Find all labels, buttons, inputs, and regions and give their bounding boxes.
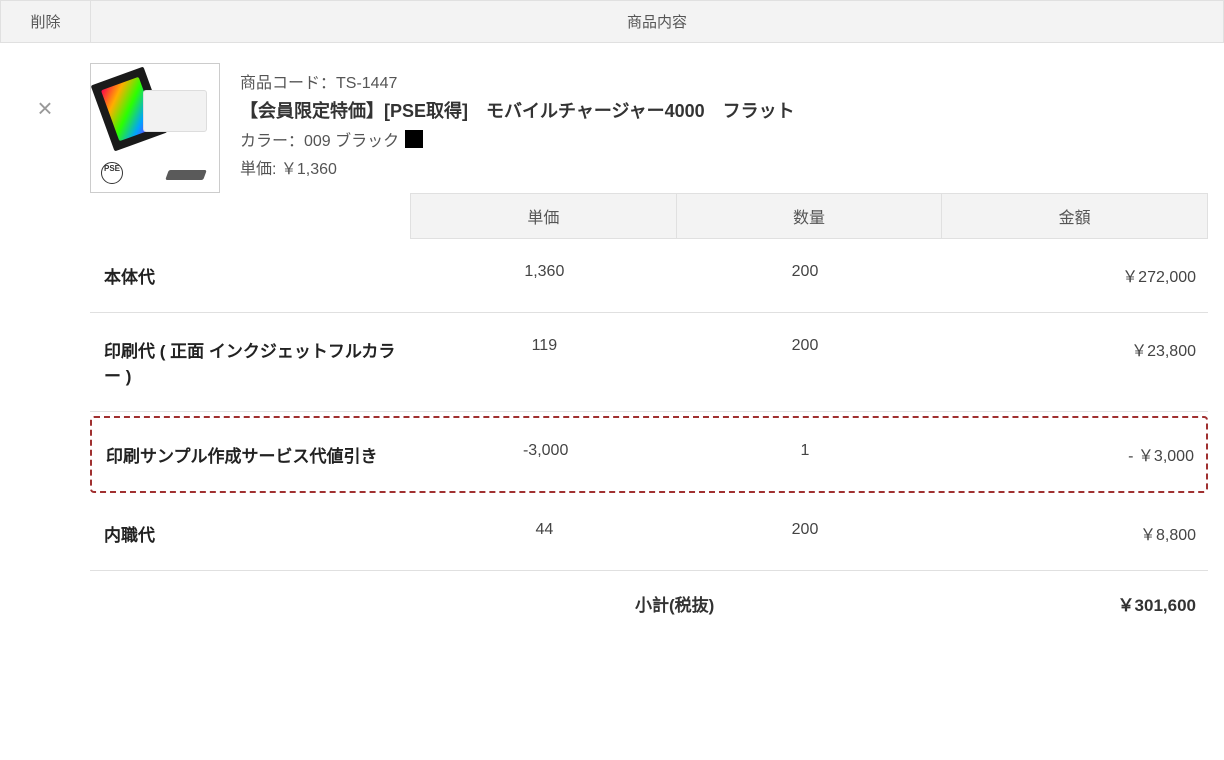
row-qty: 200 [675,263,936,281]
subtotal-row: 小計(税抜) ￥301,600 [90,571,1208,616]
product-unit-price: 単価: ￥1,360 [240,155,1224,179]
row-qty: 200 [675,337,936,355]
row-label: 印刷サンプル作成サービス代値引き [106,442,416,467]
product-color: カラー：009 ブラック [240,127,1224,151]
row-label: 印刷代 ( 正面 インクジェットフルカラー ) [104,337,414,387]
pse-badge-icon: PSE [101,162,123,184]
header-content-label: 商品内容 [91,1,1223,42]
col-unit-price: 単価 [411,194,677,238]
price-table-header: 単価 数量 金額 [410,193,1208,239]
col-quantity: 数量 [677,194,943,238]
product-thumbnail: PSE [90,63,220,193]
header-delete-label: 削除 [1,1,91,42]
table-header-row: 削除 商品内容 [0,0,1224,43]
color-swatch-icon [405,130,423,148]
price-row: 本体代1,360200￥272,000 [90,239,1208,313]
row-amount: - ￥3,000 [935,442,1198,466]
product-image-white [143,90,207,132]
remove-item-button[interactable]: × [37,93,52,124]
row-unit: 1,360 [414,263,675,281]
row-amount: ￥8,800 [935,521,1200,545]
product-name: 【会員限定特価】[PSE取得] モバイルチャージャー4000 フラット [240,97,1224,123]
row-label: 本体代 [104,263,414,288]
row-amount: ￥272,000 [935,263,1200,287]
row-label: 内職代 [104,521,414,546]
row-unit: 44 [414,521,675,539]
row-unit: -3,000 [416,442,675,460]
product-area: × PSE 商品コード：TS-1447 【会員限定特価】[PSE取得] モバイル… [0,43,1224,193]
subtotal-value: ￥301,600 [935,591,1200,616]
product-code: 商品コード：TS-1447 [240,69,1224,93]
product-color-text: カラー：009 ブラック [240,127,399,151]
delete-column: × [0,63,90,193]
row-amount: ￥23,800 [935,337,1200,361]
subtotal-label: 小計(税抜) [414,591,935,616]
col-amount: 金額 [942,194,1207,238]
price-row: 印刷代 ( 正面 インクジェットフルカラー )119200￥23,800 [90,313,1208,412]
price-row: 印刷サンプル作成サービス代値引き-3,0001- ￥3,000 [90,416,1208,493]
row-unit: 119 [414,337,675,355]
price-row: 内職代44200￥8,800 [90,497,1208,571]
price-table: 単価 数量 金額 本体代1,360200￥272,000印刷代 ( 正面 インク… [90,193,1208,616]
row-qty: 200 [675,521,936,539]
product-info: 商品コード：TS-1447 【会員限定特価】[PSE取得] モバイルチャージャー… [240,63,1224,193]
product-image-mini [165,170,207,180]
row-qty: 1 [675,442,934,460]
